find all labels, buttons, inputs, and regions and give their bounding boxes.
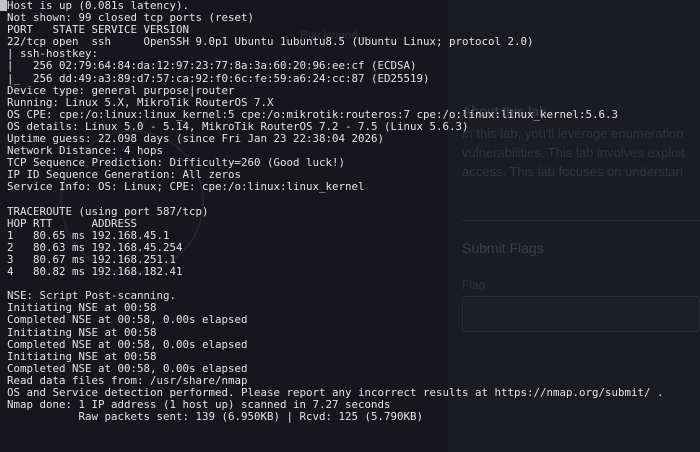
terminal-line: Completed NSE at 00:58, 0.00s elapsed — [7, 313, 248, 327]
terminal-line: Device type: general purpose|router — [7, 83, 235, 97]
screen: Blackwood About this lab In this lab, yo… — [0, 0, 700, 452]
terminal-line: | 256 02:79:64:84:da:12:97:23:77:8a:3a:6… — [7, 59, 417, 73]
terminal-cursor — [0, 0, 7, 11]
terminal-line: Completed NSE at 00:58, 0.00s elapsed — [7, 337, 248, 351]
terminal-output[interactable]: Host is up (0.081s latency). Not shown: 9… — [0, 0, 700, 452]
terminal-line: Service Info: OS: Linux; CPE: cpe:/o:lin… — [7, 180, 365, 194]
terminal-line: HOP RTT ADDRESS — [7, 216, 138, 230]
terminal-line: 4 80.82 ms 192.168.182.41 — [7, 265, 183, 279]
terminal-line: |_ 256 dd:49:a3:89:d7:57:ca:92:f0:6c:fe:… — [7, 71, 430, 85]
terminal-line: Initiating NSE at 00:58 — [7, 349, 157, 363]
terminal-line: Initiating NSE at 00:58 — [7, 325, 157, 339]
terminal-line: 22/tcp open ssh OpenSSH 9.0p1 Ubuntu 1ub… — [7, 35, 534, 49]
terminal-line: TRACEROUTE (using port 587/tcp) — [7, 204, 209, 218]
terminal-line: Raw packets sent: 139 (6.950KB) | Rcvd: … — [7, 410, 424, 424]
